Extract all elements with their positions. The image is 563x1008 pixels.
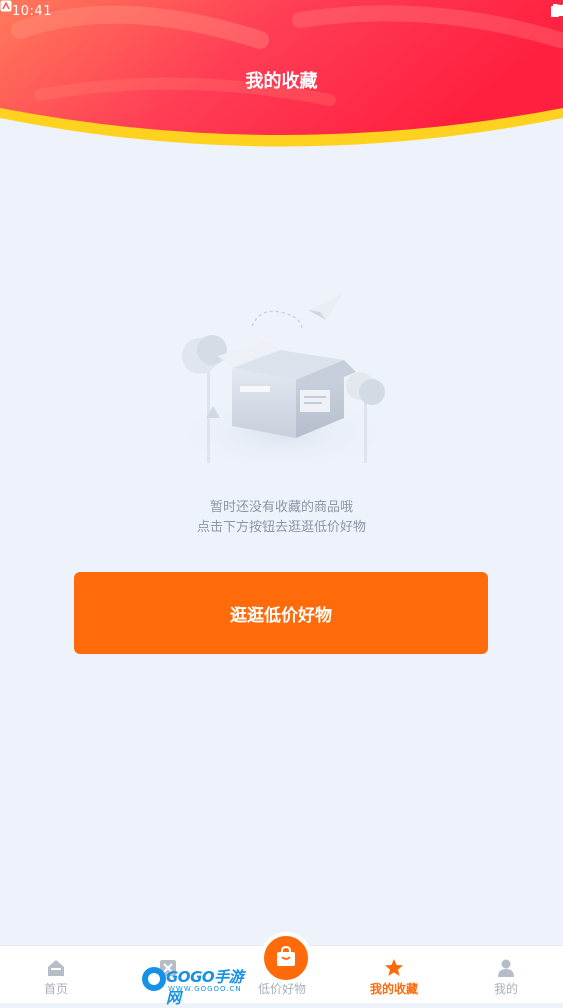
deals-center-button[interactable] — [260, 932, 312, 984]
watermark-logo: GOGO手游网 WWW.GOGOO.CN — [140, 964, 252, 1007]
star-icon — [385, 959, 403, 976]
status-time: 10:41 — [12, 4, 52, 19]
nav-item-favorites[interactable]: 我的收藏 — [354, 946, 434, 1003]
home-icon — [48, 960, 64, 976]
browse-deals-button[interactable]: 逛逛低价好物 — [74, 572, 488, 654]
watermark-badge-icon — [142, 967, 166, 991]
page-title: 我的收藏 — [245, 71, 318, 92]
nav-item-me[interactable]: 我的 — [466, 946, 546, 1003]
empty-message-line-1: 暂时还没有收藏的商品哦 — [209, 500, 353, 515]
notification-a-icon — [0, 0, 12, 12]
empty-message-line-2: 点击下方按钮去逛逛低价好物 — [196, 520, 366, 535]
shopping-bag-icon — [277, 946, 295, 966]
battery-icon — [551, 4, 559, 17]
user-icon — [498, 959, 514, 977]
status-bar: 10:41 — [0, 0, 563, 24]
watermark-sub: WWW.GOGOO.CN — [168, 985, 242, 993]
nav-label-home: 首页 — [43, 982, 68, 996]
nav-label-me: 我的 — [493, 982, 518, 996]
empty-box-illustration — [164, 294, 400, 475]
nav-label-favorites: 我的收藏 — [369, 982, 418, 996]
header: 10:41 我的收藏 — [0, 0, 563, 160]
nav-item-home[interactable]: 首页 — [16, 946, 96, 1003]
